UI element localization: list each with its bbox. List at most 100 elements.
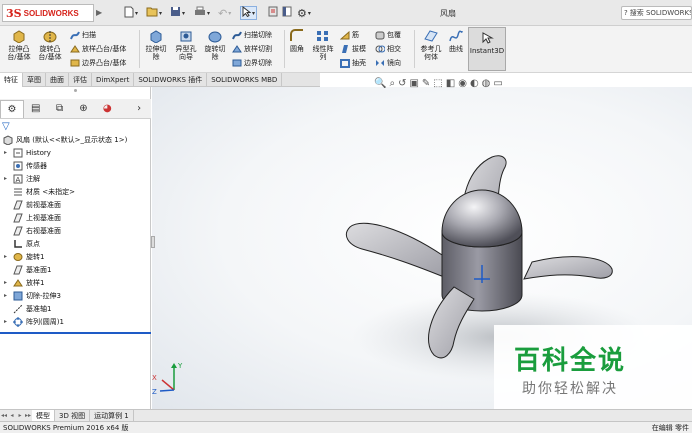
dimxpert-manager-tab[interactable]: ⊕ xyxy=(72,100,96,118)
extrude-boss-button[interactable]: 拉伸凸 台/基体 xyxy=(6,29,32,71)
panel-expand-button[interactable]: › xyxy=(127,100,151,118)
tree-node-sensors[interactable]: 传感器 xyxy=(2,159,150,172)
tree-label: 风扇 (默认<<默认>_显示状态 1>) xyxy=(16,135,128,144)
rollback-bar[interactable] xyxy=(0,332,151,334)
intersect-button[interactable]: 相交 xyxy=(375,43,401,55)
tree-node-root[interactable]: 风扇 (默认<<默认>_显示状态 1>) xyxy=(2,133,150,146)
tab-3d-views[interactable]: 3D 视图 xyxy=(55,410,91,421)
linear-pattern-button[interactable]: 线性阵 列 xyxy=(310,29,336,71)
print-button[interactable]: ▾ xyxy=(194,6,210,20)
tree-node-material[interactable]: 材质 <未指定> xyxy=(2,185,150,198)
property-manager-tab[interactable]: ▤ xyxy=(24,100,48,118)
display-manager-tab[interactable]: ◕ xyxy=(95,100,119,118)
tab-mbd[interactable]: SOLIDWORKS MBD xyxy=(207,73,283,87)
tree-node-origin[interactable]: 原点 xyxy=(2,237,150,250)
zoom-area-icon[interactable]: ⌕ xyxy=(389,78,395,89)
previous-view-icon[interactable]: ↺ xyxy=(398,78,406,89)
tree-node-right-plane[interactable]: 右视基准面 xyxy=(2,224,150,237)
configuration-manager-tab[interactable]: ⧉ xyxy=(48,100,72,118)
tab-motion-study[interactable]: 运动算例 1 xyxy=(90,410,134,421)
extrude-boss-label: 拉伸凸 台/基体 xyxy=(7,45,31,61)
tab-sketch[interactable]: 草图 xyxy=(23,73,46,87)
dynamic-annotation-icon[interactable]: ✎ xyxy=(422,78,430,89)
next-tab-arrow-icon[interactable]: ▸ xyxy=(16,412,24,419)
tree-node-top-plane[interactable]: 上视基准面 xyxy=(2,211,150,224)
first-tab-arrow-icon[interactable]: ◂◂ xyxy=(0,412,8,419)
revolve-cut-button[interactable]: 旋转切 除 xyxy=(202,29,228,71)
zoom-to-fit-icon[interactable]: 🔍 xyxy=(374,78,386,89)
sweep-button[interactable]: 扫描 xyxy=(70,29,96,41)
panel-splitter[interactable] xyxy=(151,236,155,248)
tree-node-loft1[interactable]: ▸ 放样1 xyxy=(2,276,150,289)
status-mode: 在编辑 零件 xyxy=(651,423,689,432)
prev-tab-arrow-icon[interactable]: ◂ xyxy=(8,412,16,419)
tree-node-history[interactable]: ▸ History xyxy=(2,146,150,159)
panel-grip[interactable] xyxy=(74,89,77,92)
expand-arrow-icon[interactable]: ▸ xyxy=(4,253,12,260)
view-settings-icon[interactable]: ▭ xyxy=(493,78,502,89)
tree-node-axis1[interactable]: 基准轴1 xyxy=(2,302,150,315)
tab-features[interactable]: 特征 xyxy=(0,73,23,87)
boundary-boss-icon xyxy=(70,58,80,68)
expand-arrow-icon[interactable]: ▸ xyxy=(4,149,12,156)
mirror-button[interactable]: 镜向 xyxy=(375,57,401,69)
tree-label: 阵列(圆周)1 xyxy=(26,317,64,326)
shell-button[interactable]: 抽壳 xyxy=(340,57,366,69)
options-button[interactable]: ⚙ ▾ xyxy=(297,6,311,20)
hide-show-icon[interactable]: ◉ xyxy=(458,78,467,89)
curves-button[interactable]: 曲线 xyxy=(446,29,466,71)
expand-arrow-icon[interactable]: ▸ xyxy=(4,292,12,299)
tree-node-pattern1[interactable]: ▸ 阵列(圆周)1 xyxy=(2,315,150,328)
status-bar: SOLIDWORKS Premium 2016 x64 版 在编辑 零件 xyxy=(0,421,692,433)
edit-appearance-icon[interactable]: ◐ xyxy=(470,78,479,89)
tab-dimxpert[interactable]: DimXpert xyxy=(92,73,135,87)
instant3d-button[interactable]: Instant3D xyxy=(468,27,506,71)
new-document-button[interactable]: ▾ xyxy=(124,6,138,20)
draft-button[interactable]: 拔模 xyxy=(340,43,366,55)
open-button[interactable]: ▾ xyxy=(146,6,162,20)
sensor-icon xyxy=(12,161,24,171)
tab-model[interactable]: 模型 xyxy=(32,410,55,421)
loft-button[interactable]: 放样凸台/基体 xyxy=(70,43,126,55)
section-view-icon[interactable]: ▣ xyxy=(409,78,418,89)
swept-cut-button[interactable]: 扫描切除 xyxy=(232,29,272,41)
hole-wizard-button[interactable]: 异型孔 向导 xyxy=(172,29,200,71)
intersect-label: 相交 xyxy=(387,45,401,53)
save-button[interactable]: ▾ xyxy=(170,6,185,20)
boundary-cut-button[interactable]: 边界切除 xyxy=(232,57,272,69)
revolve-boss-button[interactable]: 旋转凸 台/基体 xyxy=(36,29,64,71)
reference-geometry-button[interactable]: 参考几 何体 xyxy=(418,29,444,71)
wrap-button[interactable]: 包覆 xyxy=(375,29,401,41)
expand-arrow-icon[interactable]: ▸ xyxy=(4,318,12,325)
tree-node-cut-extrude3[interactable]: ▸ 切除-拉伸3 xyxy=(2,289,150,302)
tab-addins[interactable]: SOLIDWORKS 插件 xyxy=(134,73,208,87)
property-list-icon: ▤ xyxy=(31,103,41,114)
boundary-boss-button[interactable]: 边界凸台/基体 xyxy=(70,57,126,69)
fillet-button[interactable]: 圆角 xyxy=(287,29,307,71)
rib-button[interactable]: 筋 xyxy=(340,29,359,41)
rebuild-button[interactable] xyxy=(268,6,278,20)
search-box[interactable]: ? 搜索 SOLIDWORKS xyxy=(621,6,692,20)
expand-arrow-icon[interactable]: ▸ xyxy=(4,279,12,286)
scene-icon[interactable]: ◍ xyxy=(482,78,491,89)
filter-icon[interactable]: ▽ xyxy=(2,121,12,132)
last-tab-arrow-icon[interactable]: ▸▸ xyxy=(24,412,32,419)
tree-node-annotations[interactable]: ▸ A 注解 xyxy=(2,172,150,185)
solidworks-logo[interactable]: 3S SOLIDWORKS xyxy=(2,4,94,22)
boundary-cut-label: 边界切除 xyxy=(244,59,272,67)
lofted-cut-button[interactable]: 放样切割 xyxy=(232,43,272,55)
tree-node-plane1[interactable]: 基准面1 xyxy=(2,263,150,276)
undo-button[interactable]: ↶ ▾ xyxy=(218,6,231,20)
file-properties-button[interactable] xyxy=(282,6,292,20)
tree-node-revolve1[interactable]: ▸ 旋转1 xyxy=(2,250,150,263)
feature-manager-tab[interactable]: ⚙ xyxy=(0,99,24,118)
menu-arrow-icon[interactable]: ▶ xyxy=(96,8,104,18)
extrude-cut-button[interactable]: 拉伸切 除 xyxy=(143,29,169,71)
expand-arrow-icon[interactable]: ▸ xyxy=(4,175,12,182)
display-style-icon[interactable]: ◧ xyxy=(446,78,455,89)
select-button[interactable]: ▾ xyxy=(240,5,258,20)
tab-surfaces[interactable]: 曲面 xyxy=(46,73,69,87)
tab-evaluate[interactable]: 评估 xyxy=(69,73,92,87)
view-orientation-icon[interactable]: ⬚ xyxy=(433,78,442,89)
tree-node-front-plane[interactable]: 前视基准面 xyxy=(2,198,150,211)
